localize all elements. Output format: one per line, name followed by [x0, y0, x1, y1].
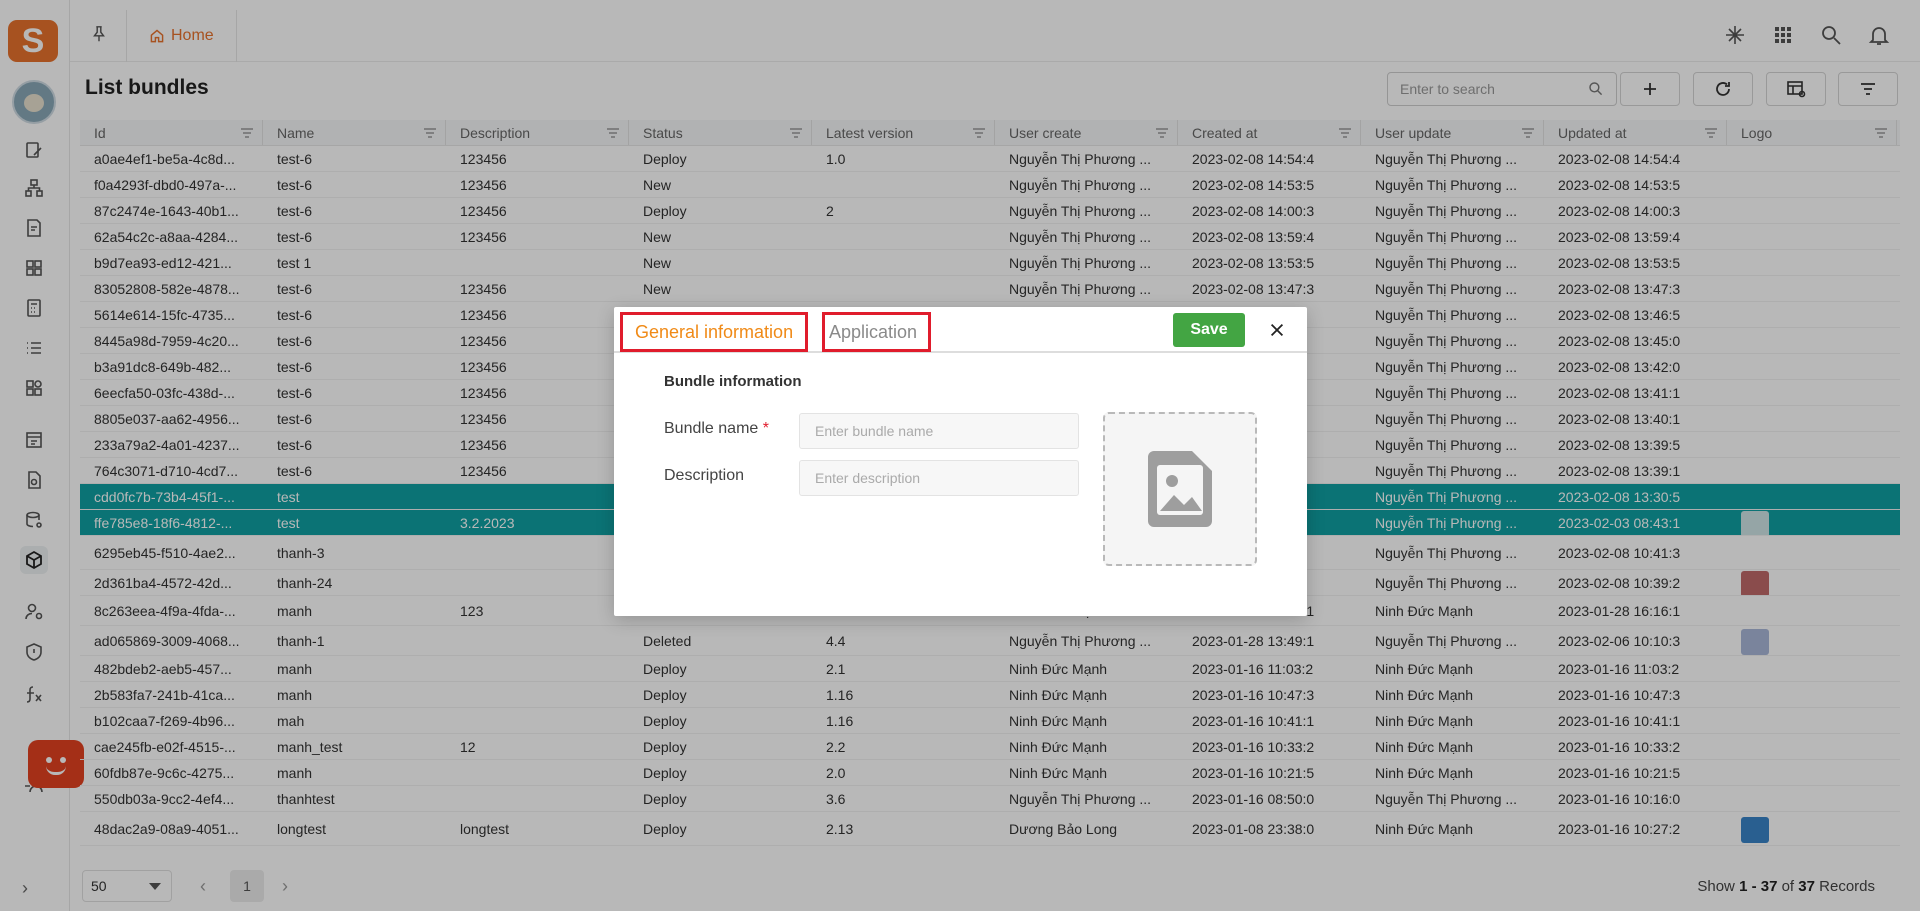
description-label: Description	[664, 467, 745, 484]
required-mark: *	[762, 420, 769, 437]
bundle-name-label-text: Bundle name	[664, 420, 759, 437]
bundle-modal: General information Application Save Bun…	[614, 307, 1307, 616]
bundle-name-input[interactable]	[799, 413, 1079, 449]
tab-general-information[interactable]: General information	[620, 312, 809, 352]
close-icon[interactable]	[1262, 315, 1292, 345]
description-input[interactable]	[799, 460, 1079, 496]
modal-header: General information Application Save	[614, 307, 1307, 353]
section-title: Bundle information	[664, 373, 802, 390]
save-button[interactable]: Save	[1173, 313, 1245, 347]
image-placeholder-icon	[1148, 451, 1212, 527]
tab-application[interactable]: Application	[822, 312, 931, 352]
logo-upload-area[interactable]	[1103, 412, 1257, 566]
bundle-name-label: Bundle name *	[664, 420, 769, 438]
